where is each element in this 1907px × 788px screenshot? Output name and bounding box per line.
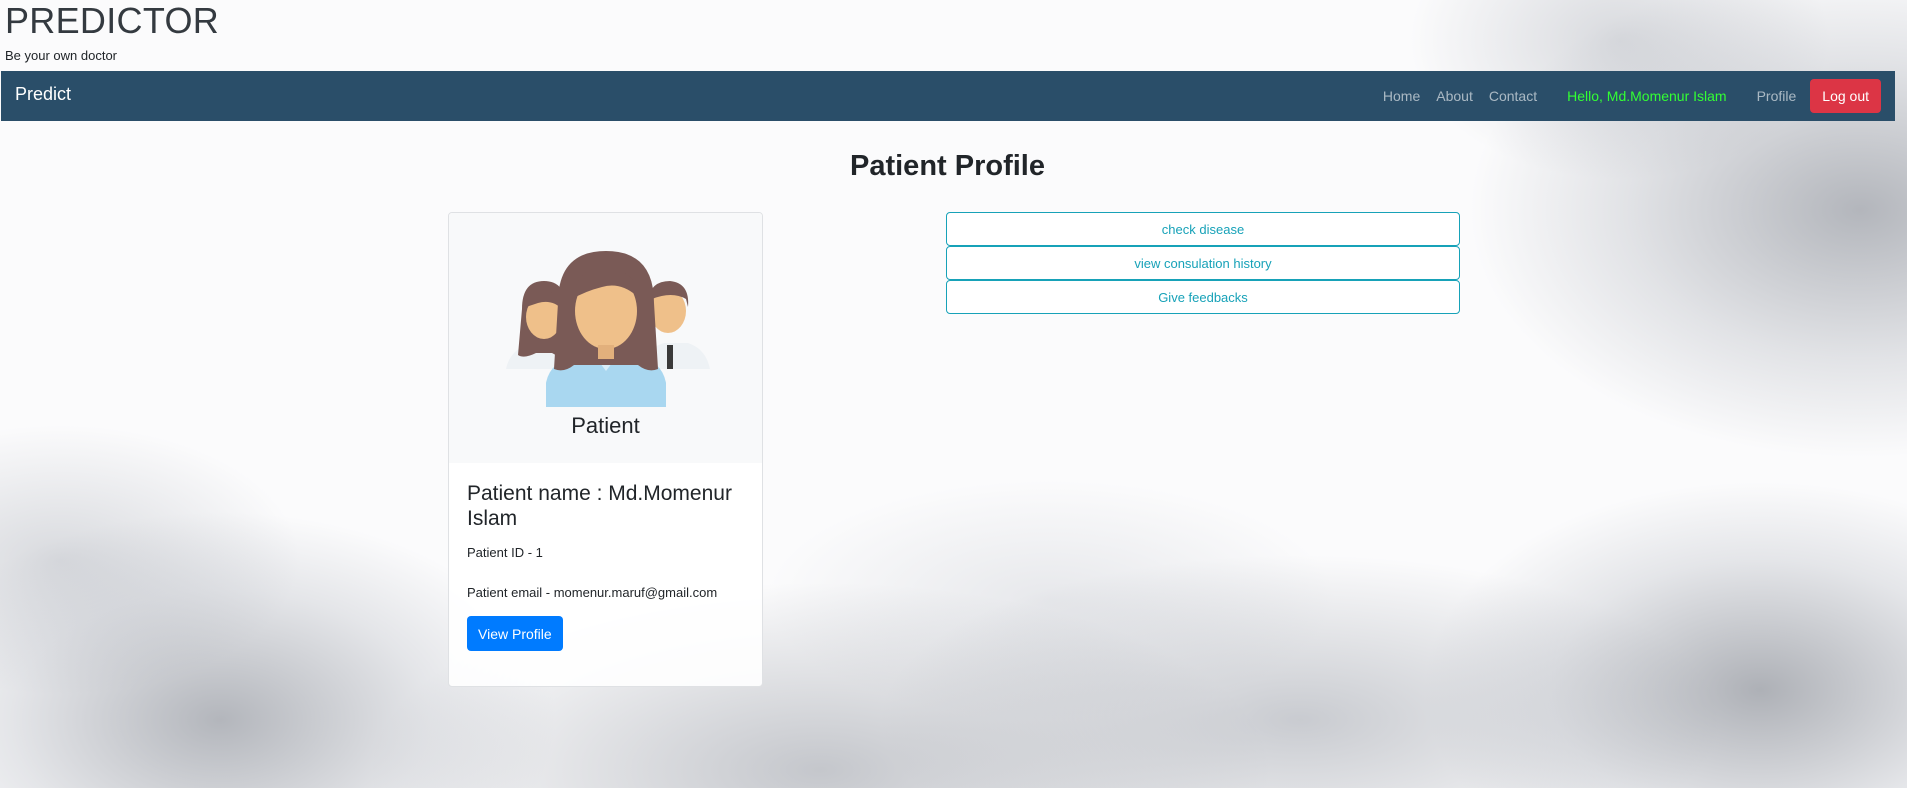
patient-name: Patient name : Md.Momenur Islam xyxy=(467,482,732,530)
check-disease-button[interactable]: check disease xyxy=(946,212,1460,246)
view-profile-button[interactable]: View Profile xyxy=(467,616,563,651)
card-body: Patient name : Md.Momenur Islam Patient … xyxy=(467,481,752,651)
site-title: PREDICTOR xyxy=(5,0,220,41)
action-buttons: check disease view consulation history G… xyxy=(946,212,1460,314)
site-tagline: Be your own doctor xyxy=(5,48,118,63)
nav-about-link[interactable]: About xyxy=(1428,88,1481,104)
top-navbar: Predict Home About Contact Hello, Md.Mom… xyxy=(1,71,1895,121)
nav-home-link[interactable]: Home xyxy=(1375,88,1428,104)
card-image-area: Patient xyxy=(449,213,762,463)
patient-card: Patient Patient name : Md.Momenur Islam … xyxy=(448,212,763,687)
patients-illustration-icon xyxy=(506,251,710,407)
logout-button[interactable]: Log out xyxy=(1810,79,1881,113)
nav-profile-link[interactable]: Profile xyxy=(1749,88,1805,104)
patient-id: Patient ID - 1 xyxy=(467,545,543,560)
navbar-links: Home About Contact Hello, Md.Momenur Isl… xyxy=(1375,78,1881,114)
give-feedback-button[interactable]: Give feedbacks xyxy=(946,280,1460,314)
navbar-brand[interactable]: Predict xyxy=(15,84,71,105)
card-role-label: Patient xyxy=(571,413,640,438)
consultation-history-button[interactable]: view consulation history xyxy=(946,246,1460,280)
patient-email: Patient email - momenur.maruf@gmail.com xyxy=(467,585,718,600)
page-title: Patient Profile xyxy=(850,150,1045,182)
user-greeting: Hello, Md.Momenur Islam xyxy=(1567,88,1727,104)
nav-contact-link[interactable]: Contact xyxy=(1481,88,1545,104)
